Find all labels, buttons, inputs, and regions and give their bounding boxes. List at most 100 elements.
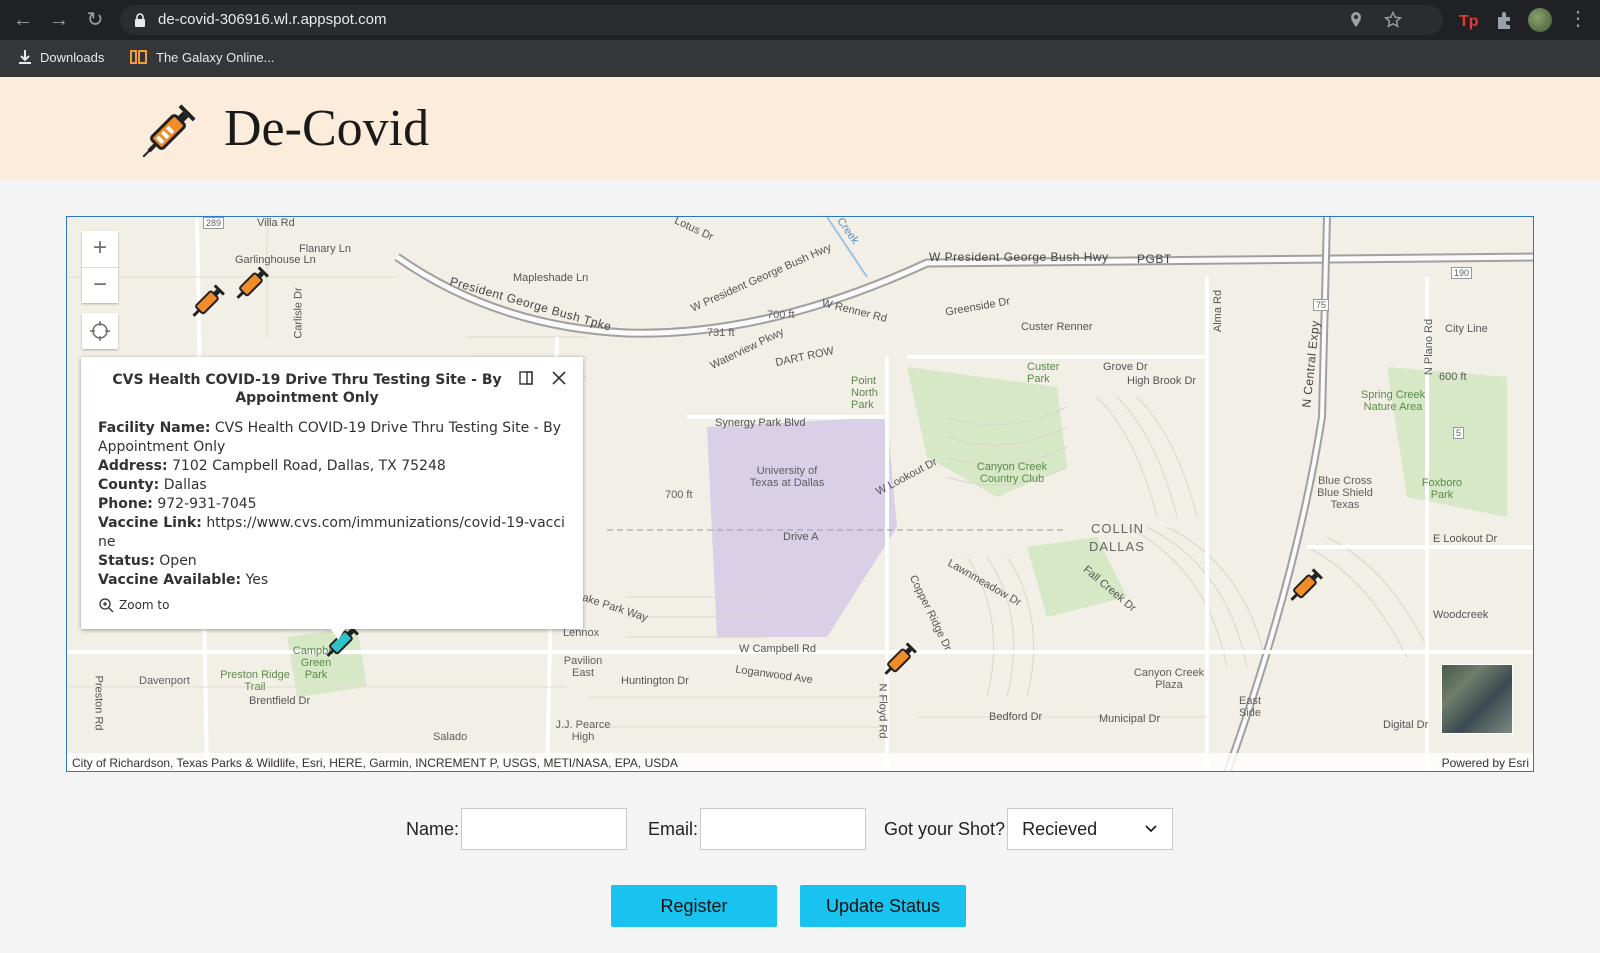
map-label: Davenport — [139, 675, 190, 687]
highway-shield: 5 — [1453, 427, 1465, 439]
more-menu-icon[interactable]: ⋮ — [1568, 6, 1588, 31]
zoom-control: + − — [82, 231, 118, 303]
name-input[interactable] — [461, 808, 628, 850]
register-button[interactable]: Register — [611, 885, 777, 927]
map-label: Foxboro Park — [1421, 477, 1463, 501]
chevron-down-icon — [1145, 825, 1157, 833]
bookmark-downloads[interactable]: Downloads — [18, 49, 104, 65]
map-label: E Lookout Dr — [1433, 533, 1498, 545]
map-label: Grove Dr — [1103, 361, 1148, 373]
map-label: Preston Rd — [92, 675, 105, 731]
field-label: County: — [98, 477, 160, 493]
map-label: Municipal Dr — [1099, 713, 1161, 725]
basemap-toggle[interactable] — [1441, 664, 1513, 734]
galaxy-icon — [130, 50, 147, 64]
map-label: PGBT — [1137, 252, 1172, 266]
map-label: 700 ft — [767, 309, 795, 321]
field-label: Address: — [98, 458, 168, 474]
field-label: Facility Name: — [98, 420, 211, 436]
bookmark-label: Downloads — [40, 49, 105, 65]
email-input[interactable] — [700, 808, 867, 850]
syringe-marker-icon[interactable] — [229, 261, 275, 307]
download-icon — [19, 50, 31, 64]
map-label: COLLIN — [1091, 521, 1144, 536]
shot-label: Got your Shot? — [884, 818, 1006, 839]
popup-pointer — [329, 626, 347, 640]
field-label: Vaccine Link: — [98, 515, 202, 531]
map-label: 600 ft — [1439, 371, 1467, 383]
location-pin-icon[interactable] — [1347, 11, 1365, 29]
locate-button[interactable] — [82, 313, 118, 349]
map-label: Spring Creek Nature Area — [1360, 389, 1426, 413]
puzzle-icon[interactable] — [1494, 9, 1516, 31]
map-label: Blue Cross Blue Shield Texas — [1317, 475, 1373, 511]
map-label: Canyon Creek Country Club — [976, 461, 1048, 485]
bookmark-galaxy[interactable]: The Galaxy Online... — [130, 49, 275, 65]
lock-icon — [135, 13, 145, 27]
map-label: Point North Park — [851, 375, 878, 411]
map-attribution: City of Richardson, Texas Parks & Wildli… — [67, 753, 1533, 771]
map-label: Synergy Park Blvd — [715, 417, 806, 429]
popup-fields: Facility Name: CVS Health COVID-19 Drive… — [98, 419, 568, 590]
star-icon[interactable] — [1384, 11, 1402, 29]
map-label: N Floyd Rd — [876, 683, 889, 739]
map-label: DALLAS — [1089, 539, 1145, 554]
map-label: Canyon Creek Plaza — [1133, 667, 1205, 691]
svg-text:Tp: Tp — [1459, 13, 1479, 30]
map-label: N Plano Rd — [1423, 318, 1436, 376]
site-title: De-Covid — [224, 100, 430, 157]
bookmarks-bar: Downloads The Galaxy Online... — [0, 40, 1600, 77]
map-label: 731 ft — [707, 327, 735, 339]
close-icon[interactable] — [550, 369, 568, 387]
attribution-text: City of Richardson, Texas Parks & Wildli… — [72, 756, 678, 770]
powered-by-esri[interactable]: Powered by Esri — [1442, 756, 1529, 770]
popup-field-county: County: Dallas — [98, 476, 568, 495]
map-label: Preston Ridge Trail — [220, 669, 290, 693]
site-header: De-Covid — [0, 77, 1600, 180]
name-label: Name: — [406, 818, 460, 839]
map-label: Woodcreek — [1433, 609, 1489, 621]
popup-field-status: Status: Open — [98, 552, 568, 571]
map-label: W President George Bush Hwy — [929, 250, 1109, 264]
address-bar[interactable]: de-covid-306916.wl.r.appspot.com — [120, 5, 1443, 35]
map-label: Alma Rd — [1212, 289, 1225, 333]
map-view[interactable]: Villa Rd Flanary Ln Garlinghouse Ln Mapl… — [66, 216, 1534, 772]
zoom-in-button[interactable]: + — [82, 231, 118, 267]
map-label: Pavilion East — [563, 655, 603, 679]
popup-field-facility-name: Facility Name: CVS Health COVID-19 Drive… — [98, 419, 568, 457]
crosshair-icon — [90, 321, 110, 341]
zoom-to-label: Zoom to — [119, 598, 170, 612]
syringe-marker-icon[interactable] — [185, 279, 231, 325]
map-label: University of Texas at Dallas — [749, 465, 825, 489]
field-label: Vaccine Available: — [98, 572, 242, 588]
update-status-button[interactable]: Update Status — [800, 885, 966, 927]
popup-field-vaccine-link: Vaccine Link: https://www.cvs.com/immuni… — [98, 514, 568, 552]
popup-field-phone: Phone: 972-931-7045 — [98, 495, 568, 514]
url-text: de-covid-306916.wl.r.appspot.com — [158, 11, 387, 28]
map-label: High Brook Dr — [1127, 375, 1197, 387]
profile-avatar[interactable] — [1528, 8, 1552, 32]
map-label: J.J. Pearce High — [555, 719, 611, 743]
zoom-out-button[interactable]: − — [82, 267, 118, 303]
map-label: Custer Park — [1027, 361, 1060, 385]
map-label: Custer Renner — [1021, 321, 1093, 333]
shot-status-select[interactable]: Recieved — [1007, 808, 1174, 850]
zoom-to-action[interactable]: Zoom to — [98, 597, 169, 613]
syringe-marker-icon[interactable] — [1283, 563, 1329, 609]
name-group: Name: — [406, 808, 628, 850]
forward-icon[interactable]: → — [47, 8, 71, 32]
field-value: 972-931-7045 — [157, 496, 257, 512]
back-icon[interactable]: ← — [11, 8, 35, 32]
field-value: Yes — [245, 572, 269, 588]
email-label: Email: — [648, 818, 699, 839]
syringe-marker-icon[interactable] — [877, 637, 923, 683]
highway-shield: 190 — [1451, 267, 1473, 279]
map-label: Salado — [433, 731, 468, 743]
dock-icon[interactable] — [519, 371, 533, 385]
reload-icon[interactable]: ↻ — [83, 8, 107, 32]
popup-title: CVS Health COVID-19 Drive Thru Testing S… — [112, 372, 502, 406]
map-label: City Line — [1445, 323, 1488, 335]
tp-extension-icon[interactable]: Tp — [1458, 9, 1480, 31]
field-value: Dallas — [163, 477, 207, 493]
bookmark-label: The Galaxy Online... — [156, 49, 275, 65]
